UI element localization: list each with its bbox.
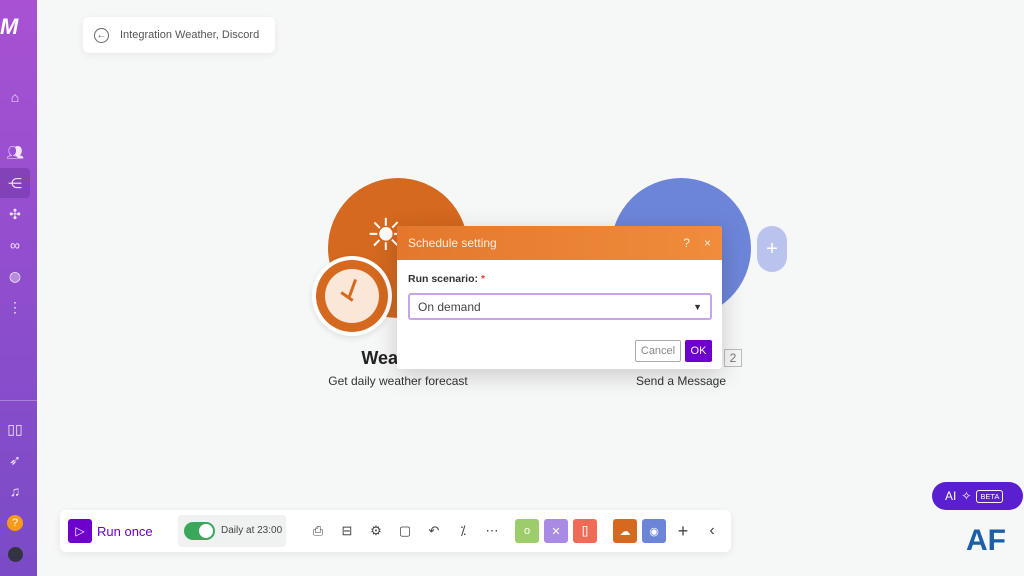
more-icon[interactable]: ⋯	[482, 521, 502, 541]
module-subtitle: Get daily weather forecast	[328, 374, 468, 388]
caret-down-icon: ▼	[693, 302, 702, 312]
help-icon[interactable]: ?	[683, 236, 690, 250]
make-logo[interactable]: M	[0, 14, 18, 40]
close-icon[interactable]: ×	[704, 236, 711, 250]
run-scenario-select[interactable]: On demand ▼	[408, 293, 712, 320]
undo-icon[interactable]: ↶	[424, 521, 444, 541]
team-icon[interactable]: 👥︎	[0, 137, 30, 167]
watermark-logo: AF	[966, 524, 1006, 557]
avatar[interactable]	[0, 539, 30, 569]
plus-icon[interactable]: +	[673, 521, 693, 541]
beta-badge: BETA	[976, 489, 1004, 503]
play-icon[interactable]: ▷	[68, 519, 92, 543]
book-icon[interactable]: ▯▯	[0, 414, 30, 444]
selected-value: On demand	[418, 299, 481, 314]
text-parser-icon[interactable]: []	[573, 519, 597, 543]
module-number-badge: 2	[724, 349, 742, 367]
bottom-toolbar: ▷ Run once Daily at 23:00 ⎙ ⊟ ⚙ ▢ ↶ ⁒ ⋯ …	[60, 510, 731, 552]
chevron-left-icon[interactable]: ‹	[702, 521, 722, 541]
ai-assistant-button[interactable]: AI ✧ BETA	[932, 482, 1023, 510]
field-label: Run scenario: *	[408, 273, 486, 285]
dialog-title: Schedule setting	[408, 236, 497, 250]
home-icon[interactable]: ⌂	[0, 82, 30, 112]
ok-button[interactable]: OK	[685, 340, 712, 362]
schedule-dialog: Schedule setting? × Run scenario: * On de…	[397, 226, 722, 369]
sidebar: M ⌂ 👥︎ ⋲ ✣ ∞ ◍ ⋮ ▯▯ ➶ ♫ ?	[0, 0, 37, 576]
weather-app-icon[interactable]: ☁	[613, 519, 637, 543]
discord-app-icon[interactable]: ◉	[642, 519, 666, 543]
required-marker: *	[480, 273, 486, 285]
clock-icon	[325, 269, 379, 323]
rocket-icon[interactable]: ➶	[0, 445, 30, 475]
gear-icon[interactable]: ⚙	[366, 521, 386, 541]
sparkle-icon: ✧	[961, 489, 972, 503]
bell-icon[interactable]: ♫	[0, 476, 30, 506]
puzzle-icon[interactable]: ✣	[0, 199, 30, 229]
schedule-clock-button[interactable]	[312, 256, 392, 336]
more-vertical-icon[interactable]: ⋮	[0, 292, 30, 322]
schedule-toggle[interactable]	[184, 522, 215, 540]
globe-icon[interactable]: ◍	[0, 261, 30, 291]
ai-label: AI	[945, 489, 957, 503]
module-title: Wea	[361, 348, 398, 368]
tools-icon[interactable]: o	[515, 519, 539, 543]
share-icon[interactable]: ⋲	[0, 168, 30, 198]
divider	[0, 400, 37, 401]
align-icon[interactable]: ⊟	[337, 521, 357, 541]
magic-wand-icon[interactable]: ⁒	[453, 521, 473, 541]
notes-icon[interactable]: ▢	[395, 521, 415, 541]
scenario-header: ← Integration Weather, Discord	[83, 17, 275, 53]
add-module-button[interactable]: +	[757, 226, 787, 272]
help-icon[interactable]: ?	[0, 508, 30, 538]
module-subtitle: Send a Message	[635, 374, 727, 388]
link-icon[interactable]: ∞	[0, 230, 30, 260]
flow-control-icon[interactable]: ✕	[544, 519, 568, 543]
cancel-button[interactable]: Cancel	[635, 340, 681, 362]
back-arrow-icon[interactable]: ←	[94, 27, 109, 43]
schedule-text: Daily at 23:00	[221, 525, 283, 536]
scenario-title[interactable]: Integration Weather, Discord	[120, 29, 259, 41]
run-once-button[interactable]: Run once	[97, 524, 153, 539]
schedule-control[interactable]: Daily at 23:00	[178, 515, 286, 547]
save-icon[interactable]: ⎙	[308, 521, 328, 541]
